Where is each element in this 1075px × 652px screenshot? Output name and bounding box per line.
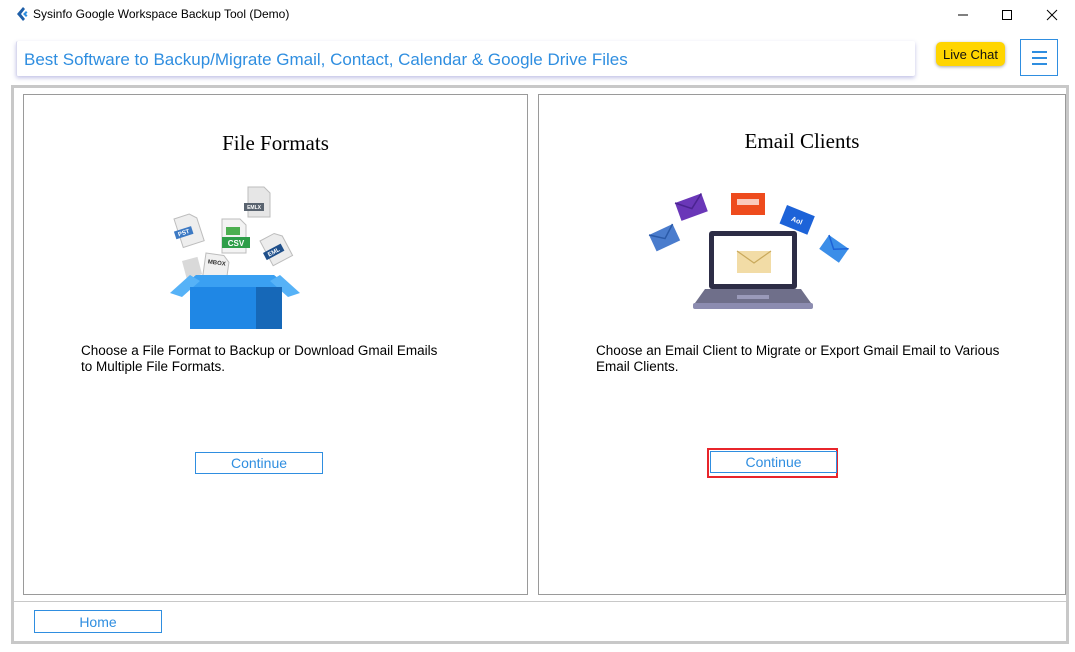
footer-divider [14,601,1066,602]
email-clients-panel: Email Clients Aol Choose an Email Client… [538,94,1066,595]
file-formats-continue-button[interactable]: Continue [195,452,323,474]
file-formats-description: Choose a File Format to Backup or Downlo… [81,343,438,374]
csv-label: CSV [228,239,245,248]
home-button[interactable]: Home [34,610,162,633]
email-clients-description: Choose an Email Client to Migrate or Exp… [596,343,1000,374]
live-chat-button[interactable]: Live Chat [936,42,1005,66]
emlx-label: EMLX [247,205,262,211]
maximize-button[interactable] [984,0,1030,30]
maximize-icon [1002,10,1012,20]
hamburger-menu-button[interactable] [1020,39,1058,76]
minimize-icon [958,14,968,16]
window-title: Sysinfo Google Workspace Backup Tool (De… [33,7,290,21]
file-formats-panel: File Formats EMLX PST CSV EML MBOX Choos… [23,94,528,595]
close-icon [1046,9,1058,21]
banner-title: Best Software to Backup/Migrate Gmail, C… [24,50,628,69]
close-button[interactable] [1029,0,1075,30]
app-logo-icon [14,6,30,22]
header-banner: Best Software to Backup/Migrate Gmail, C… [16,41,915,76]
minimize-button[interactable] [940,0,986,30]
file-formats-title: File Formats [222,131,329,155]
title-bar: Sysinfo Google Workspace Backup Tool (De… [0,0,1075,30]
file-formats-box-illustration: EMLX PST CSV EML MBOX [170,183,300,329]
email-clients-continue-button[interactable]: Continue [710,451,837,473]
email-clients-laptop-illustration: Aol [645,191,859,319]
email-clients-title: Email Clients [744,129,860,153]
